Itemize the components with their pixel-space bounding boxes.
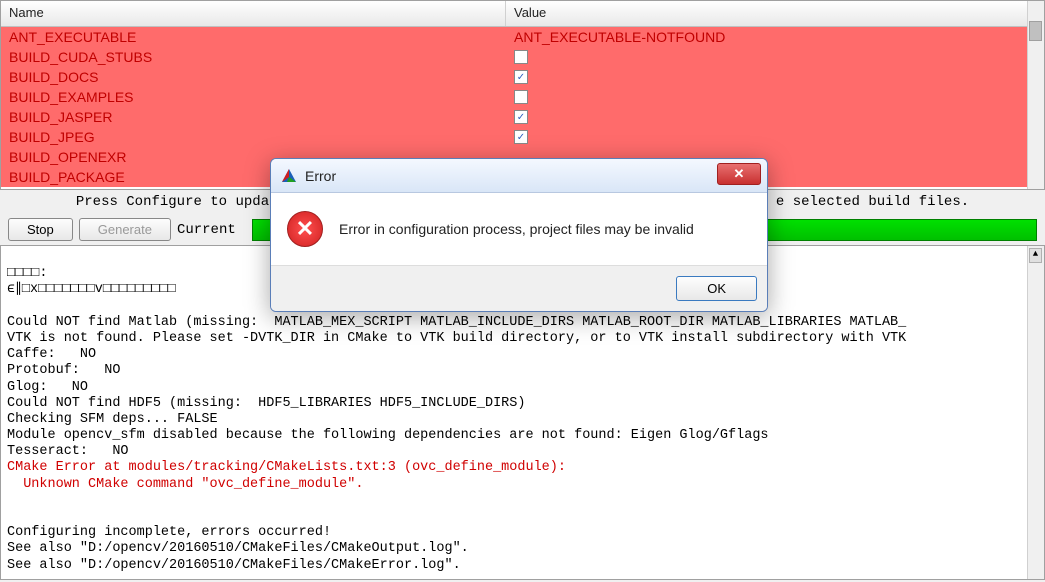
table-row[interactable]: BUILD_CUDA_STUBS bbox=[1, 47, 1044, 67]
log-line: Could NOT find HDF5 (missing: HDF5_LIBRA… bbox=[7, 396, 525, 411]
log-line: Protobuf: NO bbox=[7, 363, 120, 378]
config-name: BUILD_JASPER bbox=[1, 109, 506, 125]
log-error-line: Unknown CMake command "ovc_define_module… bbox=[7, 477, 363, 492]
config-value[interactable] bbox=[506, 90, 1044, 104]
ok-button[interactable]: OK bbox=[676, 276, 757, 301]
log-error-line: CMake Error at modules/tracking/CMakeLis… bbox=[7, 460, 566, 475]
config-value[interactable]: ANT_EXECUTABLE-NOTFOUND bbox=[506, 29, 1044, 45]
config-value[interactable]: ✓ bbox=[506, 70, 1044, 84]
scroll-up-arrow[interactable]: ▲ bbox=[1029, 248, 1042, 263]
log-line: ϵ∥□x□□□□□□□v□□□□□□□□□ bbox=[7, 282, 176, 297]
config-name: BUILD_EXAMPLES bbox=[1, 89, 506, 105]
checkbox[interactable]: ✓ bbox=[514, 70, 528, 84]
config-name: BUILD_DOCS bbox=[1, 69, 506, 85]
config-value[interactable] bbox=[506, 50, 1044, 64]
log-line: Module opencv_sfm disabled because the f… bbox=[7, 428, 769, 443]
log-line: Glog: NO bbox=[7, 380, 88, 395]
close-button[interactable]: ✕ bbox=[717, 163, 761, 185]
log-line: See also "D:/opencv/20160510/CMakeFiles/… bbox=[7, 541, 469, 556]
config-name: ANT_EXECUTABLE bbox=[1, 29, 506, 45]
config-value[interactable]: ✓ bbox=[506, 110, 1044, 124]
checkbox[interactable] bbox=[514, 50, 528, 64]
log-line: VTK is not found. Please set -DVTK_DIR i… bbox=[7, 331, 906, 346]
checkbox[interactable] bbox=[514, 90, 528, 104]
log-line: Checking SFM deps... FALSE bbox=[7, 412, 218, 427]
status-text-left: Press Configure to upda bbox=[76, 194, 269, 210]
cmake-icon bbox=[281, 168, 297, 184]
close-icon: ✕ bbox=[734, 166, 745, 182]
column-header-value[interactable]: Value bbox=[506, 1, 1044, 26]
log-line: Configuring incomplete, errors occurred! bbox=[7, 525, 331, 540]
column-header-name[interactable]: Name bbox=[1, 1, 506, 26]
config-name: BUILD_JPEG bbox=[1, 129, 506, 145]
error-icon: ✕ bbox=[287, 211, 323, 247]
error-dialog: Error ✕ ✕ Error in configuration process… bbox=[270, 158, 768, 312]
log-line: See also "D:/opencv/20160510/CMakeFiles/… bbox=[7, 558, 461, 573]
stop-button[interactable]: Stop bbox=[8, 218, 73, 241]
table-row[interactable]: BUILD_DOCS ✓ bbox=[1, 67, 1044, 87]
dialog-footer: OK bbox=[271, 265, 767, 311]
generate-button: Generate bbox=[79, 218, 171, 241]
table-row[interactable]: ANT_EXECUTABLEANT_EXECUTABLE-NOTFOUND bbox=[1, 27, 1044, 47]
checkbox[interactable]: ✓ bbox=[514, 130, 528, 144]
checkbox[interactable]: ✓ bbox=[514, 110, 528, 124]
log-line: Tesseract: NO bbox=[7, 444, 129, 459]
table-row[interactable]: BUILD_JASPER ✓ bbox=[1, 107, 1044, 127]
status-text-right: e selected build files. bbox=[776, 194, 969, 210]
table-row[interactable]: BUILD_EXAMPLES bbox=[1, 87, 1044, 107]
dialog-titlebar[interactable]: Error ✕ bbox=[271, 159, 767, 193]
config-name: BUILD_CUDA_STUBS bbox=[1, 49, 506, 65]
config-value[interactable]: ✓ bbox=[506, 130, 1044, 144]
log-line: □□□□: bbox=[7, 266, 48, 281]
dialog-body: ✕ Error in configuration process, projec… bbox=[271, 193, 767, 265]
table-header: Name Value bbox=[1, 1, 1044, 27]
dialog-message: Error in configuration process, project … bbox=[339, 221, 694, 237]
log-line: Caffe: NO bbox=[7, 347, 96, 362]
log-scrollbar[interactable]: ▲ bbox=[1027, 246, 1044, 579]
current-generator-label: Current bbox=[177, 222, 236, 238]
table-scrollbar[interactable] bbox=[1027, 1, 1044, 189]
table-row[interactable]: BUILD_JPEG ✓ bbox=[1, 127, 1044, 147]
log-line: Could NOT find Matlab (missing: MATLAB_M… bbox=[7, 315, 906, 330]
dialog-title-text: Error bbox=[305, 168, 336, 184]
scroll-thumb[interactable] bbox=[1029, 21, 1042, 41]
